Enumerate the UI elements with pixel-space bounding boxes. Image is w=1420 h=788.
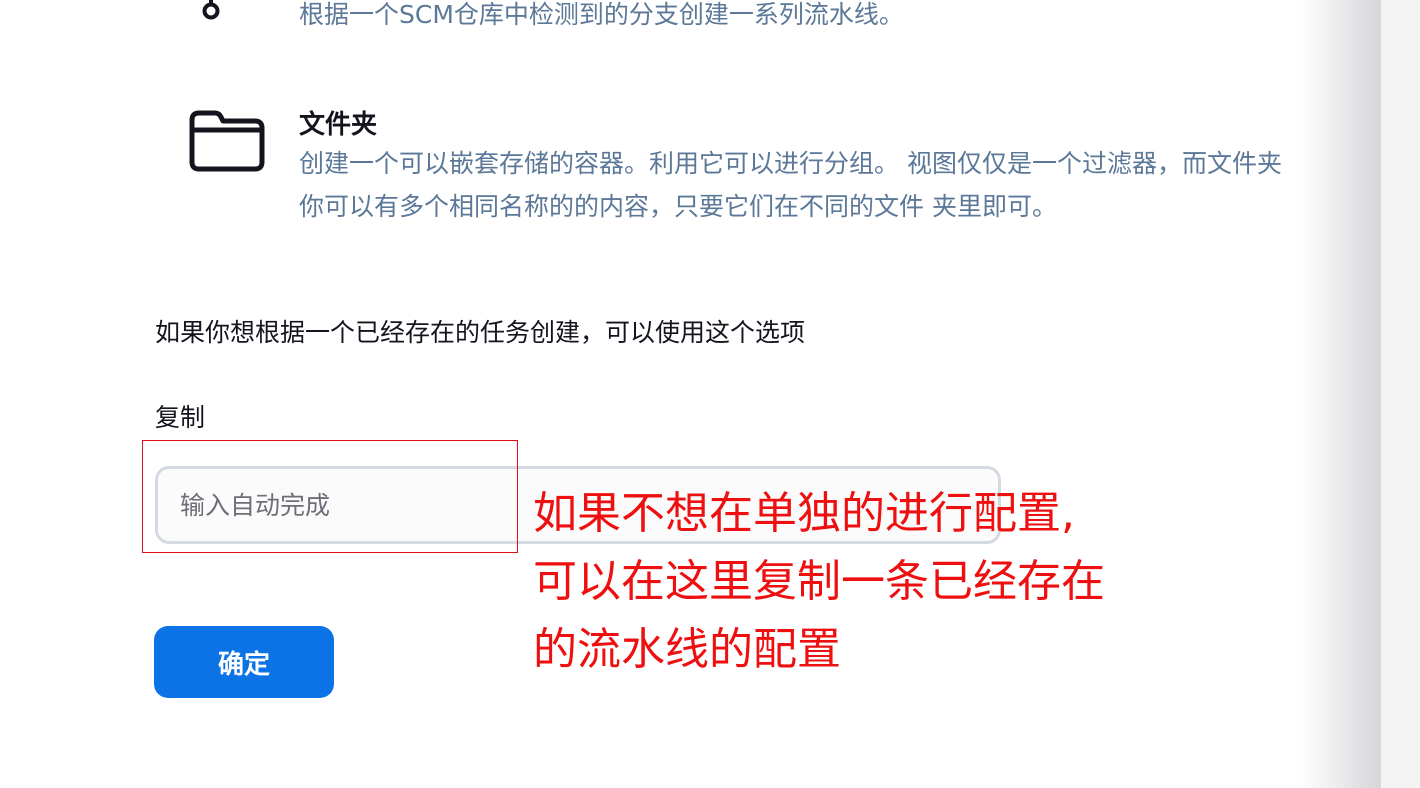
item-description-line: 你可以有多个相同名称的的内容，只要它们在不同的文件 夹里即可。 <box>299 192 1057 221</box>
item-title: 文件夹 <box>299 110 378 140</box>
annotation-highlight-box <box>142 440 518 553</box>
page: 根据一个SCM仓库中检测到的分支创建一系列流水线。 文件夹 创建一个可以嵌套存储… <box>0 0 1420 788</box>
annotation-line: 如果不想在单独的进行配置, <box>533 488 1075 539</box>
ok-button[interactable]: 确定 <box>154 626 334 698</box>
window-edge <box>1380 0 1420 788</box>
item-description-line: 创建一个可以嵌套存储的容器。利用它可以进行分组。 视图仅仅是一个过滤器，而文件夹 <box>299 149 1282 178</box>
page-edge-shadow <box>1300 0 1380 788</box>
annotation-note: 如果不想在单独的进行配置, 可以在这里复制一条已经存在 的流水线的配置 <box>533 480 1233 684</box>
item-description-line: 根据一个SCM仓库中检测到的分支创建一系列流水线。 <box>299 0 904 29</box>
branch-icon <box>202 0 220 20</box>
item-description: 根据一个SCM仓库中检测到的分支创建一系列流水线。 <box>299 0 904 36</box>
item-description: 创建一个可以嵌套存储的容器。利用它可以进行分组。 视图仅仅是一个过滤器，而文件夹… <box>299 142 1282 228</box>
annotation-line: 的流水线的配置 <box>533 624 841 675</box>
content-area: 根据一个SCM仓库中检测到的分支创建一系列流水线。 文件夹 创建一个可以嵌套存储… <box>0 0 1380 788</box>
copy-hint-text: 如果你想根据一个已经存在的任务创建，可以使用这个选项 <box>155 318 806 347</box>
annotation-line: 可以在这里复制一条已经存在 <box>533 556 1105 607</box>
folder-icon <box>189 110 265 172</box>
copy-field-label: 复制 <box>155 403 206 432</box>
